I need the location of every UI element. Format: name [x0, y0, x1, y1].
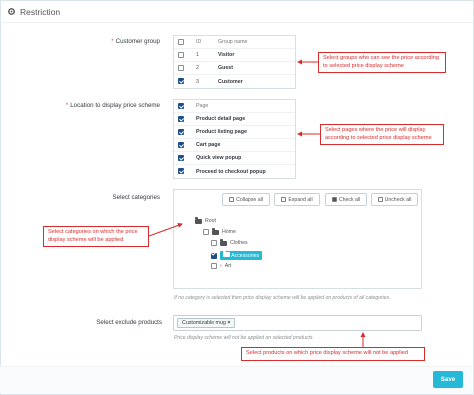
exclude-products-input[interactable]: Customizable mug ×: [173, 315, 422, 331]
page-name: Proceed to checkout popup: [196, 168, 266, 175]
category-checkbox[interactable]: [211, 252, 217, 259]
expand-all-label: Expand all: [288, 196, 313, 203]
tree-node-accessories[interactable]: Accessories: [211, 250, 263, 260]
table-row[interactable]: Proceed to checkout popup: [174, 165, 295, 178]
categories-help-text: If no category is selected then price di…: [174, 295, 391, 301]
product-tag: Customizable mug ×: [177, 318, 236, 328]
exclude-products-label: Select exclude products: [96, 319, 162, 326]
group-name: Customer: [218, 78, 243, 85]
tree-node-clothes[interactable]: Clothes: [211, 239, 248, 246]
page-checkbox[interactable]: [178, 142, 184, 148]
expand-all-button[interactable]: Expand all: [274, 193, 320, 206]
customer-group-table: ID Group name 1 Visitor 2 Guest 3 Custom…: [173, 35, 296, 89]
panel-title: Restriction: [20, 6, 61, 17]
collapse-all-label: Collapse all: [236, 196, 263, 203]
tree-label: Clothes: [230, 240, 248, 246]
page-checkbox[interactable]: [178, 155, 184, 161]
tree-node-home[interactable]: Home: [203, 228, 236, 235]
page-name: Quick view popup: [196, 155, 242, 161]
collapse-icon: [229, 197, 235, 202]
table-row[interactable]: 3 Customer: [174, 75, 295, 88]
category-checkbox[interactable]: [211, 263, 217, 269]
customer-group-callout: Select groups who can see the price acco…: [318, 52, 446, 74]
tree-label: Home: [222, 229, 236, 235]
expand-icon: [281, 197, 287, 202]
tree-label: Accessories: [231, 253, 260, 259]
customer-group-label: * Customer group: [111, 38, 160, 45]
group-checkbox-guest[interactable]: [178, 65, 184, 71]
page-checkbox[interactable]: [178, 116, 184, 122]
group-checkbox-customer[interactable]: [178, 78, 184, 84]
product-tag-label: Customizable mug: [182, 320, 226, 326]
page-name: Product listing page: [196, 129, 247, 135]
folder-icon: [220, 239, 227, 246]
folder-open-icon: [212, 228, 219, 235]
selected-category: Accessories: [220, 250, 263, 260]
panel-footer: [0, 366, 472, 393]
exclude-help-text: Price display scheme will not be applied…: [174, 335, 314, 341]
tree-label: Root: [205, 218, 216, 224]
id-column-header: ID: [196, 39, 202, 45]
collapse-all-button[interactable]: Collapse all: [222, 193, 270, 206]
group-name: Visitor: [218, 52, 235, 58]
location-table: Page Product detail page Product listing…: [173, 99, 296, 179]
table-row[interactable]: 1 Visitor: [174, 49, 295, 62]
square-icon: [377, 197, 383, 202]
save-button[interactable]: Save: [433, 371, 463, 388]
select-all-pages-checkbox[interactable]: [178, 103, 184, 109]
table-row[interactable]: Cart page: [174, 139, 295, 152]
table-row[interactable]: Product listing page: [174, 126, 295, 139]
check-all-label: Check all: [338, 196, 361, 203]
group-name-column-header: Group name: [218, 39, 248, 45]
categories-callout: Select categories on which the price dis…: [43, 226, 149, 248]
exclude-callout: Select products on which price display s…: [241, 347, 425, 361]
categories-label: Select categories: [112, 194, 160, 201]
uncheck-all-label: Uncheck all: [384, 196, 412, 203]
folder-open-icon: [195, 217, 202, 224]
page-name: Product detail page: [196, 116, 246, 122]
group-checkbox-visitor[interactable]: [178, 52, 184, 58]
group-name: Guest: [218, 65, 234, 71]
tree-node-root[interactable]: Root: [195, 217, 216, 224]
group-id: 1: [196, 52, 199, 58]
page-name: Cart page: [196, 142, 221, 148]
settings-icon: [8, 8, 15, 15]
page-checkbox[interactable]: [178, 168, 184, 174]
tree-node-art[interactable]: › Art: [211, 263, 231, 269]
select-all-checkbox[interactable]: [178, 39, 184, 45]
location-callout: Select pages where the price will displa…: [320, 124, 444, 146]
page-column-header: Page: [196, 103, 209, 109]
tree-label: Art: [224, 263, 232, 269]
page-checkbox[interactable]: [178, 129, 184, 135]
category-checkbox[interactable]: [211, 240, 217, 246]
table-row[interactable]: Quick view popup: [174, 152, 295, 165]
leaf-icon: ›: [220, 263, 222, 269]
table-header-row: ID Group name: [174, 36, 295, 49]
location-label: * Location to display price scheme: [65, 102, 160, 109]
table-row[interactable]: Product detail page: [174, 113, 295, 126]
panel-header: Restriction: [1, 1, 473, 23]
check-all-button[interactable]: Check all: [325, 193, 367, 206]
group-id: 2: [196, 65, 199, 71]
table-row[interactable]: 2 Guest: [174, 62, 295, 75]
folder-icon: [223, 250, 230, 257]
group-id: 3: [196, 78, 199, 85]
remove-tag-icon[interactable]: ×: [227, 320, 230, 326]
category-checkbox[interactable]: [203, 229, 209, 235]
table-header-row: Page: [174, 100, 295, 113]
check-square-icon: [331, 197, 337, 202]
uncheck-all-button[interactable]: Uncheck all: [371, 193, 418, 206]
